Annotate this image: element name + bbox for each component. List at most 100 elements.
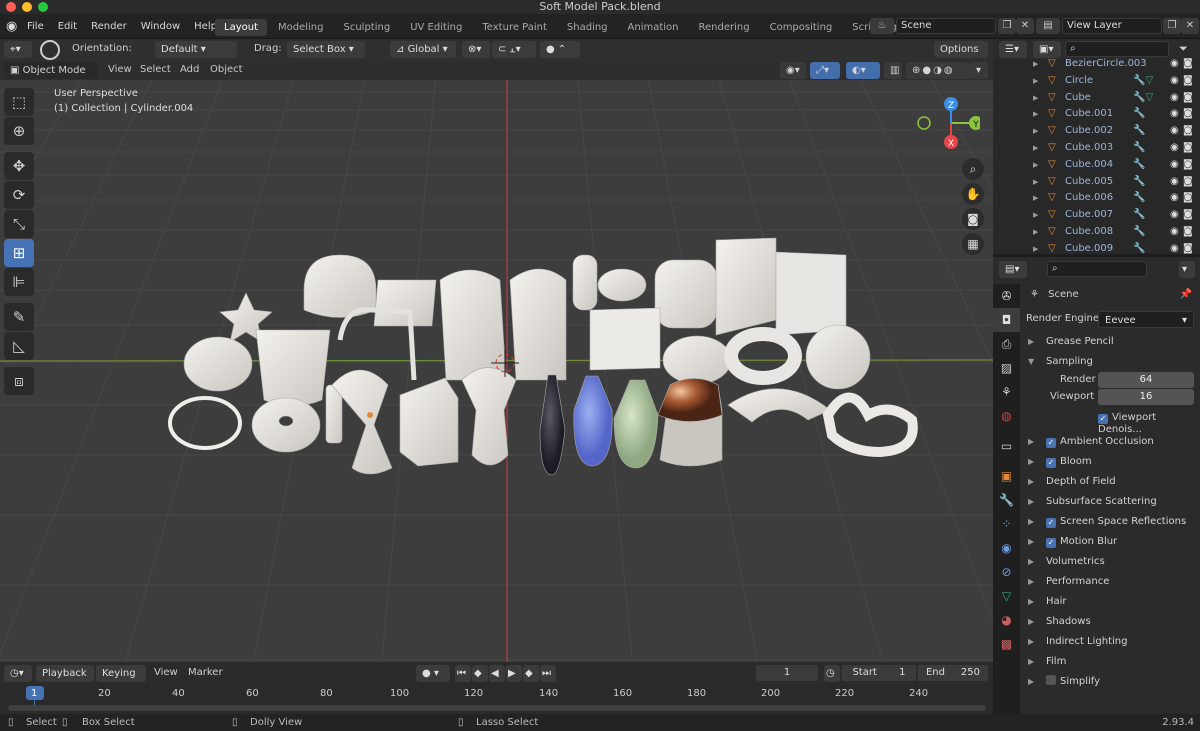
camera-icon[interactable]: ◙	[1183, 73, 1193, 90]
panel-ambient-occlusion[interactable]: ▶ ✓ Ambient Occlusion	[1018, 432, 1196, 452]
panel-hair[interactable]: ▶ Hair	[1018, 592, 1196, 612]
menu-select[interactable]: Select	[140, 64, 171, 75]
tab-sculpting[interactable]: Sculpting	[335, 19, 400, 36]
snap-icon[interactable]: ⊂ ⫠▾	[492, 41, 536, 58]
menu-window[interactable]: Window	[134, 14, 187, 39]
filter-icon[interactable]: ⏷	[1179, 42, 1188, 56]
outliner-item[interactable]: ▶ ▽ BezierCircle.003 ◉ ◙	[993, 56, 1200, 73]
tab-modeling[interactable]: Modeling	[269, 19, 333, 36]
expand-arrow-icon[interactable]: ▶	[1028, 472, 1034, 492]
collection-tab-icon[interactable]: ▭	[993, 434, 1020, 458]
pivot-point-icon[interactable]: ⊗▾	[462, 41, 490, 58]
scene-name-field[interactable]: Scene	[896, 18, 996, 34]
menu-view[interactable]: View	[108, 64, 132, 75]
panel-bloom[interactable]: ▶ ✓ Bloom	[1018, 452, 1196, 472]
tab-rendering[interactable]: Rendering	[690, 19, 759, 36]
expand-arrow-icon[interactable]: ▶	[1028, 652, 1034, 672]
start-frame-field[interactable]: Start 1	[842, 665, 916, 681]
outliner-item[interactable]: ▶ ▽ Cube.008 🔧 ◉ ◙	[993, 224, 1200, 241]
jump-end-icon[interactable]: ⏭	[540, 665, 556, 682]
tab-texture-paint[interactable]: Texture Paint	[473, 19, 556, 36]
menu-add[interactable]: Add	[180, 64, 199, 75]
material-tab-icon[interactable]: ◕	[993, 608, 1020, 632]
expand-arrow-icon[interactable]: ▶	[1028, 632, 1034, 652]
camera-icon[interactable]: ◙	[1183, 106, 1193, 123]
view-layer-field[interactable]: View Layer	[1062, 18, 1162, 34]
play-reverse-icon[interactable]: ◀	[489, 665, 505, 682]
tool-settings-tab-icon[interactable]: ✇	[993, 284, 1020, 308]
camera-icon[interactable]: ◙	[1183, 140, 1193, 157]
outliner-item[interactable]: ▶ ▽ Cube 🔧▽ ◉ ◙	[993, 90, 1200, 107]
zoom-icon[interactable]: ⌕	[962, 158, 984, 180]
panel-subsurface-scattering[interactable]: ▶ Subsurface Scattering	[1018, 492, 1196, 512]
panel-grease-pencil[interactable]: ▶ Grease Pencil	[1018, 332, 1196, 352]
eye-icon[interactable]: ◉	[1170, 190, 1179, 207]
camera-icon[interactable]: ◙	[1183, 207, 1193, 224]
particles-tab-icon[interactable]: ⁘	[993, 512, 1020, 536]
eye-icon[interactable]: ◉	[1170, 73, 1179, 90]
outliner-item[interactable]: ▶ ▽ Cube.007 🔧 ◉ ◙	[993, 207, 1200, 224]
world-tab-icon[interactable]: ◍	[993, 404, 1020, 428]
properties-search-input[interactable]: ⌕	[1047, 261, 1147, 277]
panel-depth-of-field[interactable]: ▶ Depth of Field	[1018, 472, 1196, 492]
next-keyframe-icon[interactable]: ◆	[523, 665, 539, 682]
camera-icon[interactable]: ◙	[1183, 90, 1193, 107]
expand-arrow-icon[interactable]: ▶	[1028, 672, 1034, 692]
outliner-item[interactable]: ▶ ▽ Cube.002 🔧 ◉ ◙	[993, 123, 1200, 140]
gizmo-toggle-icon[interactable]: ⤢▾	[810, 62, 840, 79]
eye-icon[interactable]: ◉	[1170, 106, 1179, 123]
outliner-search-input[interactable]: ⌕	[1065, 41, 1169, 57]
properties-editor-icon[interactable]: ▤▾	[999, 261, 1027, 278]
blender-logo-icon[interactable]: ◉	[6, 19, 17, 34]
panel-performance[interactable]: ▶ Performance	[1018, 572, 1196, 592]
camera-icon[interactable]: ◙	[1183, 174, 1193, 191]
expand-arrow-icon[interactable]: ▶	[1028, 512, 1034, 532]
eye-icon[interactable]: ◉	[1170, 56, 1179, 73]
options-dropdown[interactable]: Options ▾	[934, 41, 988, 72]
keying-menu[interactable]: Keying ▾	[96, 665, 146, 696]
panel-indirect-lighting[interactable]: ▶ Indirect Lighting	[1018, 632, 1196, 652]
preview-range-icon[interactable]: ◷	[824, 665, 840, 682]
texture-tab-icon[interactable]: ▩	[993, 632, 1020, 656]
zoom-window-icon[interactable]	[38, 2, 48, 12]
panel-simplify[interactable]: ▶ Simplify	[1018, 672, 1196, 692]
timeline-scrollbar[interactable]	[8, 705, 986, 711]
active-tool-icon[interactable]	[40, 40, 60, 60]
scale-tool-icon[interactable]: ⤡	[4, 210, 34, 238]
pin-icon[interactable]: 📌	[1180, 284, 1192, 306]
hand-pan-icon[interactable]: ✋	[962, 183, 984, 205]
playback-menu[interactable]: Playback ▾	[36, 665, 94, 696]
xray-icon[interactable]: ▥	[884, 62, 902, 79]
camera-icon[interactable]: ◙	[1183, 123, 1193, 140]
panel-volumetrics[interactable]: ▶ Volumetrics	[1018, 552, 1196, 572]
expand-arrow-icon[interactable]: ▶	[1028, 592, 1034, 612]
camera-icon[interactable]: ◙	[1183, 241, 1193, 258]
record-icon[interactable]: ● ▾	[416, 665, 450, 682]
cursor-tool-icon[interactable]: ⊕	[4, 117, 34, 145]
orientation-dropdown[interactable]: Default ▾	[155, 41, 237, 58]
outliner-item[interactable]: ▶ ▽ Cube.004 🔧 ◉ ◙	[993, 157, 1200, 174]
outliner-item[interactable]: ▶ ▽ Cube.005 🔧 ◉ ◙	[993, 174, 1200, 191]
render-engine-dropdown[interactable]: Eevee ▾	[1098, 311, 1194, 328]
tab-uv-editing[interactable]: UV Editing	[401, 19, 471, 36]
eye-icon[interactable]: ◉	[1170, 140, 1179, 157]
expand-arrow-icon[interactable]: ▶	[1028, 532, 1034, 552]
new-view-layer-icon[interactable]: ❐	[1163, 18, 1181, 34]
panel-shadows[interactable]: ▶ Shadows	[1018, 612, 1196, 632]
annotate-tool-icon[interactable]: ⊫	[4, 268, 34, 296]
expand-arrow-icon[interactable]: ▶	[1028, 452, 1034, 472]
shading-options-icon[interactable]: ▾	[970, 62, 988, 79]
view-layer-tab-icon[interactable]: ▨	[993, 356, 1020, 380]
jump-start-icon[interactable]: ⏮	[455, 665, 471, 682]
section-checkbox[interactable]: ✓	[1046, 458, 1056, 468]
close-window-icon[interactable]	[6, 2, 16, 12]
physics-tab-icon[interactable]: ◉	[993, 536, 1020, 560]
play-icon[interactable]: ▶	[506, 665, 522, 682]
expand-arrow-icon[interactable]: ▶	[1028, 492, 1034, 512]
panel-film[interactable]: ▶ Film	[1018, 652, 1196, 672]
tab-shading[interactable]: Shading	[558, 19, 617, 36]
camera-view-icon[interactable]: ◙	[962, 208, 984, 230]
outliner-item[interactable]: ▶ ▽ Cube.009 🔧 ◉ ◙	[993, 241, 1200, 258]
panel-sampling[interactable]: ▼ Sampling	[1018, 352, 1196, 372]
prev-keyframe-icon[interactable]: ◆	[472, 665, 488, 682]
